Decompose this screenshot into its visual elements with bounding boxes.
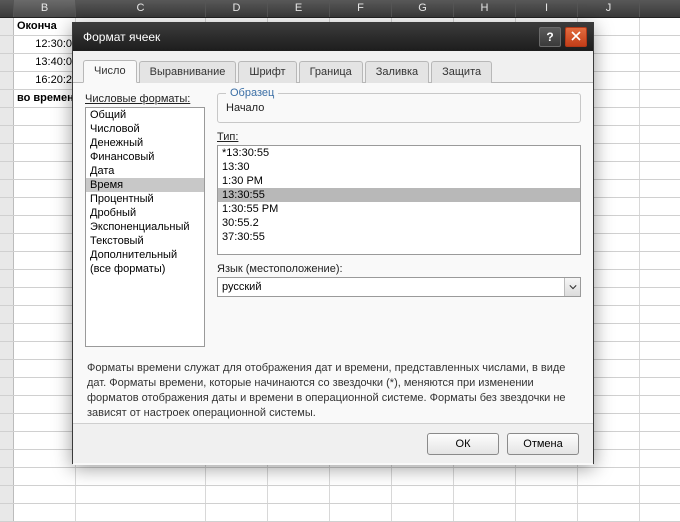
type-item[interactable]: 1:30:55 PM xyxy=(218,202,580,216)
col-header-e[interactable]: E xyxy=(268,0,330,17)
category-item[interactable]: Денежный xyxy=(86,136,204,150)
tab-border[interactable]: Граница xyxy=(299,61,363,83)
type-listbox[interactable]: *13:30:5513:301:30 PM13:30:551:30:55 PM3… xyxy=(217,145,581,255)
category-item[interactable]: Текстовый xyxy=(86,234,204,248)
ok-button[interactable]: ОК xyxy=(427,433,499,455)
type-item[interactable]: 30:55.2 xyxy=(218,216,580,230)
category-item[interactable]: Время xyxy=(86,178,204,192)
dialog-buttons: ОК Отмена xyxy=(73,423,593,463)
category-item[interactable]: (все форматы) xyxy=(86,262,204,276)
tab-panel-number: Числовые форматы: ОбщийЧисловойДенежныйФ… xyxy=(73,83,593,465)
locale-select[interactable]: русский xyxy=(217,277,581,297)
chevron-down-icon xyxy=(564,278,580,296)
col-header-f[interactable]: F xyxy=(330,0,392,17)
dialog-title: Формат ячеек xyxy=(83,30,535,44)
help-button[interactable]: ? xyxy=(539,27,561,47)
category-item[interactable]: Процентный xyxy=(86,192,204,206)
category-listbox[interactable]: ОбщийЧисловойДенежныйФинансовыйДатаВремя… xyxy=(85,107,205,347)
category-item[interactable]: Дата xyxy=(86,164,204,178)
cell[interactable]: во времени xyxy=(14,90,76,107)
cell[interactable]: Оконча xyxy=(14,18,76,35)
type-item[interactable]: 37:30:55 xyxy=(218,230,580,244)
category-item[interactable]: Финансовый xyxy=(86,150,204,164)
locale-value: русский xyxy=(217,277,581,297)
col-header-d[interactable]: D xyxy=(206,0,268,17)
sample-box: Образец Начало xyxy=(217,93,581,123)
close-button[interactable] xyxy=(565,27,587,47)
type-label: Тип: xyxy=(217,131,581,143)
col-header-b[interactable]: B xyxy=(14,0,76,17)
col-header-c[interactable]: C xyxy=(76,0,206,17)
column-headers: B C D E F G H I J xyxy=(0,0,680,18)
type-item[interactable]: *13:30:55 xyxy=(218,146,580,160)
tab-protection[interactable]: Защита xyxy=(431,61,492,83)
category-item[interactable]: Экспоненциальный xyxy=(86,220,204,234)
cancel-button[interactable]: Отмена xyxy=(507,433,579,455)
col-header-h[interactable]: H xyxy=(454,0,516,17)
sample-value: Начало xyxy=(226,100,572,114)
close-icon xyxy=(571,30,581,44)
format-cells-dialog: Формат ячеек ? Число Выравнивание Шрифт … xyxy=(72,22,594,464)
sample-label: Образец xyxy=(226,87,278,99)
cell[interactable]: 12:30:0 xyxy=(14,36,76,53)
cell[interactable]: 16:20:2 xyxy=(14,72,76,89)
category-item[interactable]: Общий xyxy=(86,108,204,122)
type-item[interactable]: 1:30 PM xyxy=(218,174,580,188)
category-item[interactable]: Числовой xyxy=(86,122,204,136)
categories-label: Числовые форматы: xyxy=(85,93,205,105)
col-header-g[interactable]: G xyxy=(392,0,454,17)
type-item[interactable]: 13:30 xyxy=(218,160,580,174)
format-description: Форматы времени служат для отображения д… xyxy=(85,361,581,420)
col-header-i[interactable]: I xyxy=(516,0,578,17)
tab-fill[interactable]: Заливка xyxy=(365,61,429,83)
cell[interactable]: 13:40:0 xyxy=(14,54,76,71)
help-icon: ? xyxy=(546,30,553,44)
tab-number[interactable]: Число xyxy=(83,60,137,83)
titlebar[interactable]: Формат ячеек ? xyxy=(73,23,593,51)
tab-font[interactable]: Шрифт xyxy=(238,61,296,83)
col-header-j[interactable]: J xyxy=(578,0,640,17)
category-item[interactable]: Дробный xyxy=(86,206,204,220)
locale-label: Язык (местоположение): xyxy=(217,263,581,275)
category-item[interactable]: Дополнительный xyxy=(86,248,204,262)
tabstrip: Число Выравнивание Шрифт Граница Заливка… xyxy=(73,51,593,83)
tab-alignment[interactable]: Выравнивание xyxy=(139,61,237,83)
type-item[interactable]: 13:30:55 xyxy=(218,188,580,202)
